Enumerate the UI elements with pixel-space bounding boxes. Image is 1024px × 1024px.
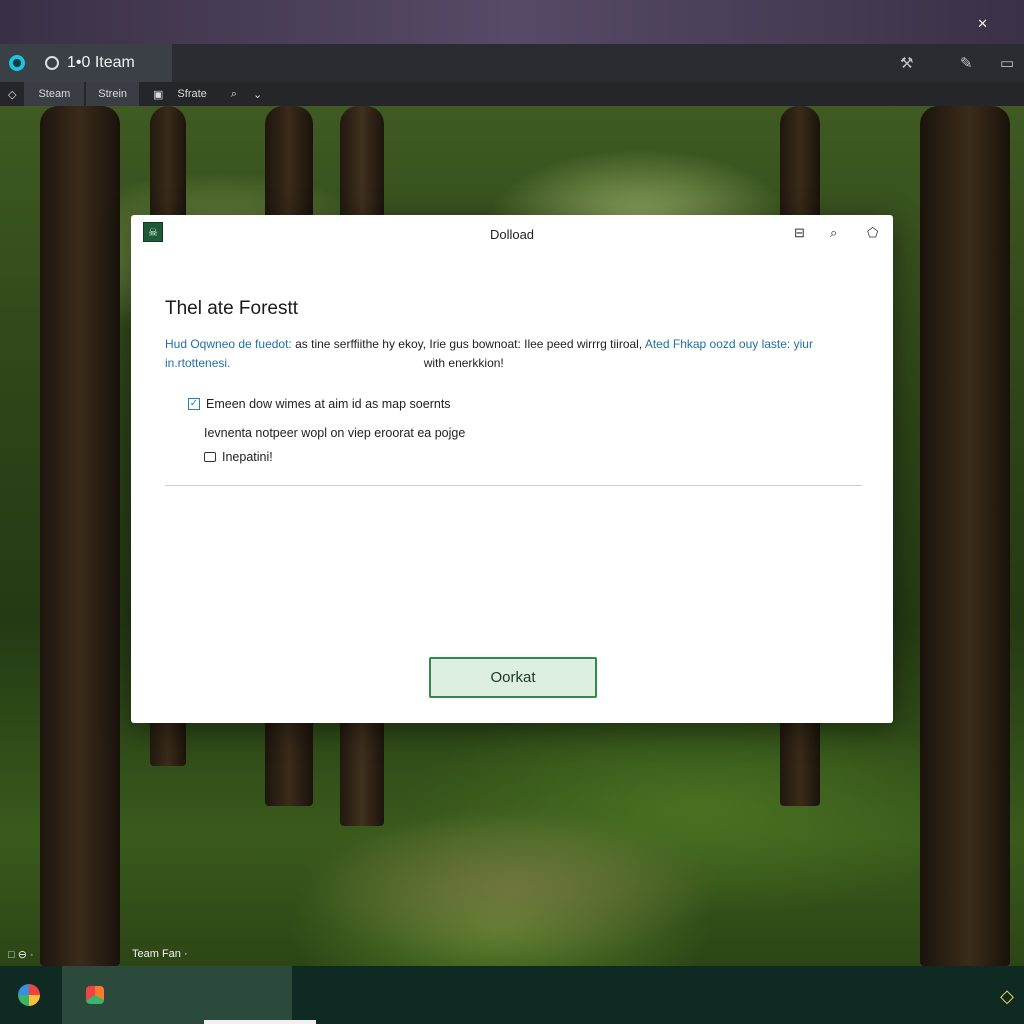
pin-icon[interactable]: ✎ [960, 54, 973, 72]
bookmark-icon[interactable]: ▭ [1000, 54, 1014, 72]
taskbar [0, 966, 1024, 1024]
folder-icon [204, 452, 216, 462]
description-text-2: with enerkkion! [423, 356, 504, 370]
app-logo-icon [9, 55, 25, 71]
hammer-icon[interactable]: ⚒ [900, 54, 913, 72]
taskbar-indicator [204, 1020, 316, 1024]
dialog-divider [165, 485, 862, 486]
dialog-heading: Thel ate Forestt [165, 298, 299, 319]
toolbar-item-steam[interactable]: Steam [24, 82, 85, 106]
app-tab[interactable]: 1•0 Iteam [0, 44, 172, 82]
tree-trunk [920, 106, 1010, 966]
toolbar-item-strein[interactable]: Strein [86, 82, 140, 106]
dialog-description: Hud Oqwneo de fuedot: as tine serffiithe… [165, 335, 865, 373]
toolbar-item-sfrate[interactable]: Sfrate [169, 82, 220, 106]
description-text-1: as tine serffiithe hy ekoy, Irie gus bow… [295, 337, 643, 351]
screenshot-icon[interactable]: ▣ [139, 82, 169, 106]
top-strip: ✕ [0, 0, 1024, 44]
search-icon[interactable]: ⌕ [221, 82, 247, 106]
option-text: Ievnenta notpeer wopl on viep eroorat ea… [204, 426, 466, 440]
toolbar: ◇ Steam Strein ▣ Sfrate ⌕ ⌄ [0, 82, 1024, 106]
dialog-title: Dolload [489, 227, 535, 242]
option-folder-row[interactable]: Inepatini! [204, 450, 273, 464]
forest-path [300, 806, 720, 966]
taskbar-app-icon[interactable] [86, 986, 104, 1004]
dialog-settings-icon[interactable]: ⬠ [867, 225, 878, 241]
option-checkbox-label: Emeen dow wimes at aim id as map soernts [206, 397, 451, 411]
tray-diamond-icon[interactable]: ◇ [1000, 986, 1014, 1007]
back-diamond-icon[interactable]: ◇ [0, 82, 24, 106]
option-folder-label: Inepatini! [222, 450, 273, 464]
title-bar: 1•0 Iteam ⚒ ✎ ▭ [0, 44, 1024, 82]
option-checkbox-row[interactable]: ✓ Emeen dow wimes at aim id as map soern… [188, 397, 451, 411]
tree-trunk [40, 106, 120, 966]
chevron-down-icon[interactable]: ⌄ [247, 82, 268, 106]
globe-icon [45, 56, 59, 70]
dialog-search-icon[interactable]: ⌕ [830, 225, 837, 241]
status-mid: Team Fan · [132, 948, 188, 960]
ok-button[interactable]: Oorkat [429, 657, 597, 698]
checkbox-checked-icon[interactable]: ✓ [188, 398, 200, 410]
tab-title: 1•0 Iteam [67, 54, 135, 71]
window-close-button[interactable]: ✕ [977, 16, 988, 32]
description-link-1[interactable]: Hud Oqwneo de fuedot: [165, 337, 292, 351]
status-left: □ ⊖ · [8, 949, 34, 961]
dialog-maximize-button[interactable]: ⊟ [794, 225, 805, 241]
download-dialog: ☠ Dolload ⊟ ⌕ ⬠ Thel ate Forestt Hud Oqw… [131, 215, 893, 723]
start-orb-icon[interactable] [18, 984, 40, 1006]
